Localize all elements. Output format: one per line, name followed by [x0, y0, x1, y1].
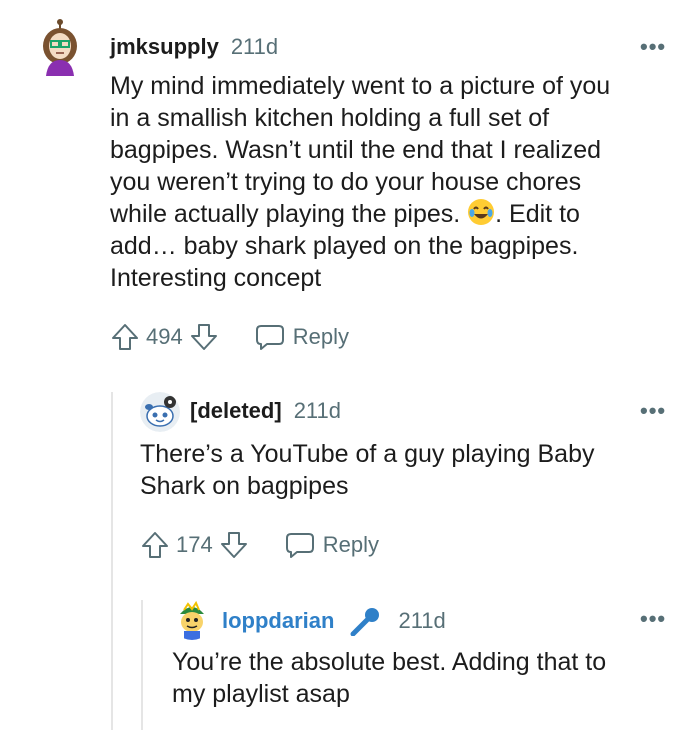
comment-line: in a smallish kitchen holding a full set…: [110, 104, 550, 132]
username[interactable]: [deleted]: [190, 398, 282, 424]
comment-meta: jmksupply 211d: [110, 34, 278, 60]
upvote-icon[interactable]: [140, 530, 170, 560]
user-avatar[interactable]: [172, 600, 212, 640]
comment-meta: loppdarian 211d: [222, 606, 446, 636]
username[interactable]: loppdarian: [222, 608, 334, 634]
more-options-button[interactable]: •••: [640, 34, 666, 60]
more-options-button[interactable]: •••: [640, 398, 666, 424]
downvote-icon[interactable]: [219, 530, 249, 560]
comment-line: add… baby shark played on the bagpipes.: [110, 232, 579, 260]
microphone-icon: [348, 606, 382, 636]
comment-text: while actually playing the pipes.: [110, 200, 468, 228]
reply-label: Reply: [292, 324, 349, 349]
reply-icon: [255, 325, 284, 350]
comment-actions: 174 Reply: [140, 530, 379, 560]
comment-actions: 494 Reply: [110, 322, 349, 352]
comment-body: My mind immediately went to a picture of…: [110, 70, 680, 294]
comment-line: you weren’t trying to do your house chor…: [110, 168, 582, 196]
comment-body: There’s a YouTube of a guy playing Baby …: [140, 438, 680, 502]
comment-meta: [deleted] 211d: [190, 398, 341, 424]
more-options-button[interactable]: •••: [640, 606, 666, 632]
username[interactable]: jmksupply: [110, 34, 219, 60]
reply-button[interactable]: Reply: [285, 531, 379, 559]
downvote-icon[interactable]: [189, 322, 219, 352]
comment-line: There’s a YouTube of a guy playing Baby: [140, 440, 595, 468]
comment-text: . Edit to: [495, 200, 580, 228]
thread-line-level1: [111, 392, 113, 730]
comment-line: My mind immediately went to a picture of…: [110, 72, 611, 100]
timestamp: 211d: [293, 398, 341, 423]
reply-button[interactable]: Reply: [255, 323, 349, 351]
comment-line: my playlist asap: [172, 680, 350, 708]
comment-body: You’re the absolute best. Adding that to…: [172, 646, 682, 710]
comment-line: Interesting concept: [110, 264, 322, 292]
upvote-icon[interactable]: [110, 322, 140, 352]
timestamp: 211d: [398, 608, 446, 633]
reply-icon: [285, 533, 314, 558]
vote-score: 494: [146, 324, 183, 349]
vote-score: 174: [176, 532, 213, 557]
comment-line: Shark on bagpipes: [140, 472, 349, 500]
comment-line: bagpipes. Wasn’t until the end that I re…: [110, 136, 602, 164]
comment-line: You’re the absolute best. Adding that to: [172, 648, 607, 676]
user-avatar[interactable]: [38, 18, 82, 76]
thread-line-level2: [141, 600, 143, 730]
timestamp: 211d: [230, 34, 279, 59]
user-avatar[interactable]: [140, 392, 180, 432]
laughing-crying-emoji-icon: [467, 198, 495, 226]
reply-label: Reply: [322, 532, 379, 557]
comment-line-with-emoji: while actually playing the pipes. . Edit…: [110, 198, 680, 230]
